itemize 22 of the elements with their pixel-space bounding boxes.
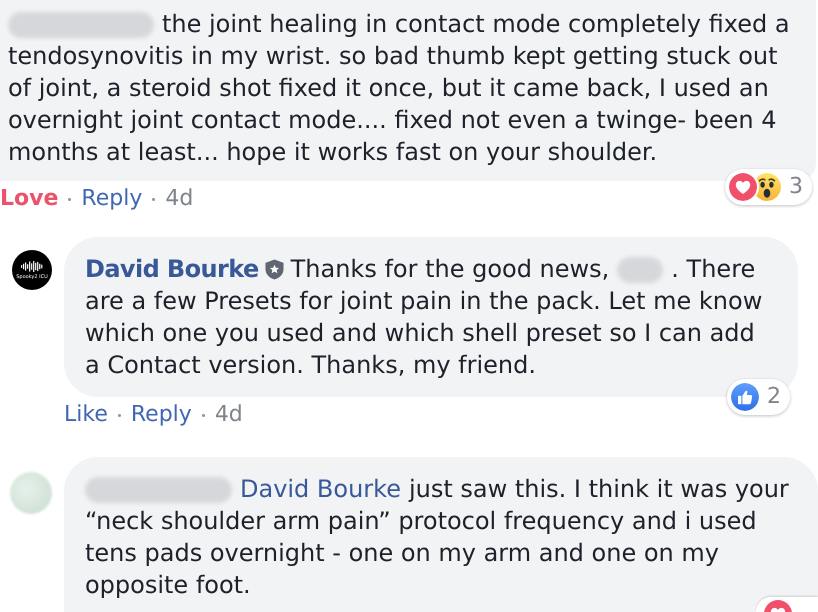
surprised-face-icon [753, 173, 781, 201]
reply-link[interactable]: Reply [81, 186, 142, 212]
reaction-count: 2 [767, 383, 781, 411]
timestamp[interactable]: 4d [165, 186, 194, 212]
comment-text: the joint healing in contact mode completely fixed a tendosynovitis in my wrist. so bad thumb kept getting stuck out of joint, a steroid shot fixed it once, but it came back, I used an overnight joint contact mode.... fixed not even a twinge- been 4 months at least... hope it works fast on your shoulder. [8, 9, 791, 168]
heart-icon [764, 600, 792, 612]
reaction-count: 3 [789, 173, 803, 201]
reaction-link[interactable]: Like [64, 402, 108, 428]
comment-text: David Bourke just saw this. I think it was your “neck shoulder arm pain” protocol frequency and i used tens pads overnight - one on my arm and one on my opposite foot. [85, 474, 790, 601]
reaction-badge[interactable]: 2 [727, 379, 790, 415]
comment-text: David Bourke Thanks for the good news, . There are a few Presets for joint pain in the pack. Let me know which one you used and which shell preset so I can add a Contact version. Thanks, my friend. [85, 254, 764, 381]
reaction-link[interactable]: Love [0, 186, 58, 212]
timestamp[interactable]: 4d [214, 402, 243, 428]
thumbs-up-icon [731, 383, 759, 411]
mention-link[interactable]: David Bourke [240, 475, 401, 503]
author-name-link[interactable]: David Bourke [85, 255, 259, 283]
redacted-name [617, 257, 664, 284]
heart-icon [729, 173, 757, 201]
reaction-badge[interactable] [756, 597, 818, 612]
reaction-badge[interactable]: 3 [725, 169, 812, 205]
sound-wave-icon [21, 260, 43, 272]
reply-link[interactable]: Reply [130, 402, 192, 428]
